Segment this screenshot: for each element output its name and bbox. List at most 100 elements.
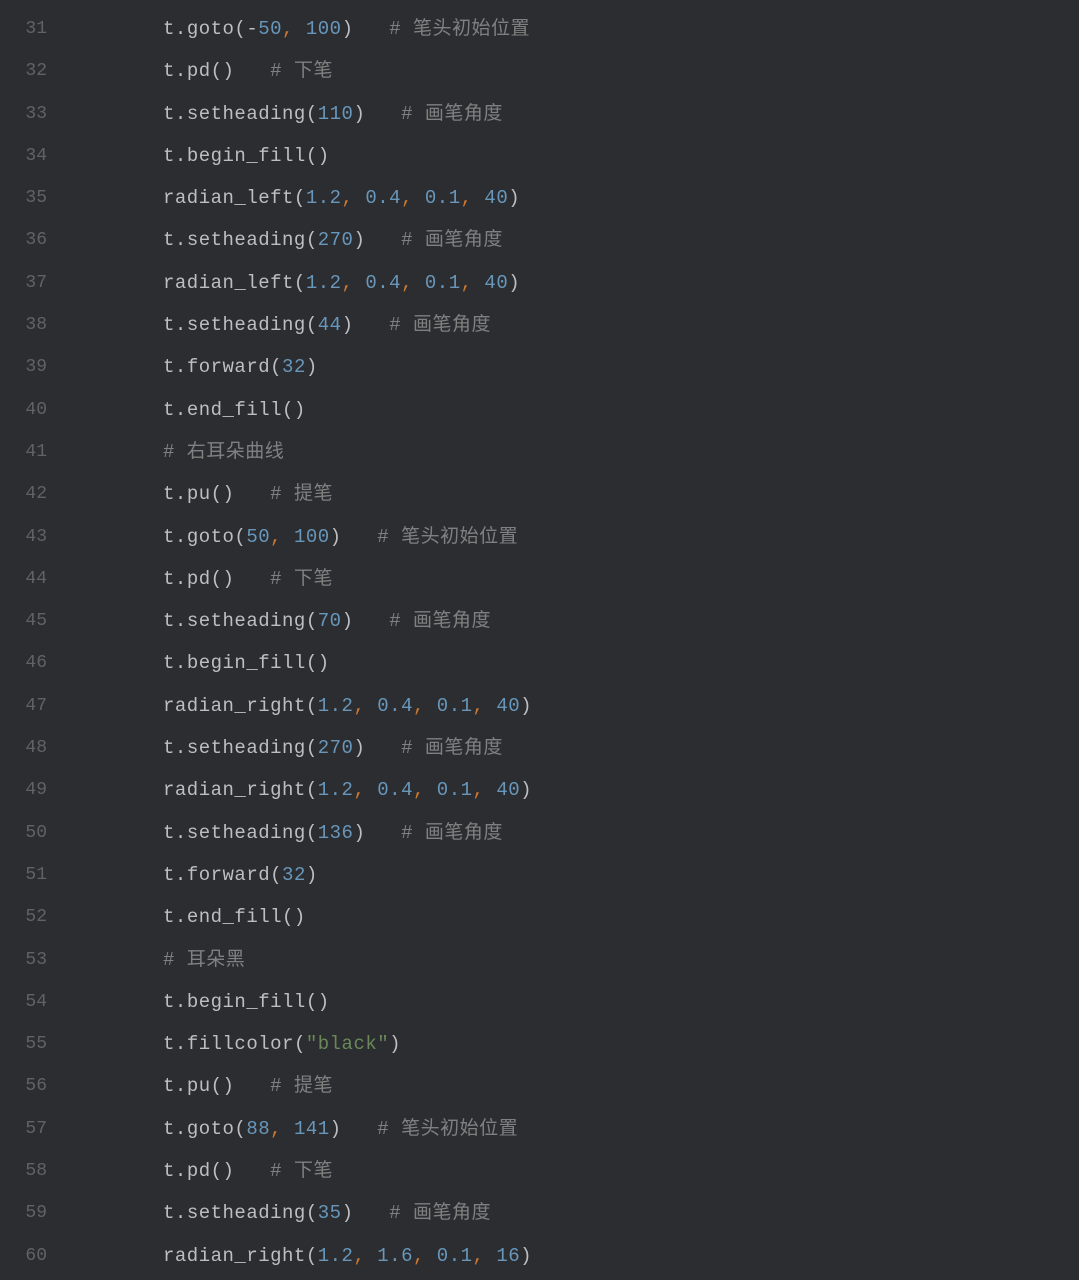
code-line[interactable]: t.pd() # 下笔 [91,50,1079,92]
line-number-gutter[interactable]: 3132333435363738394041424344454647484950… [0,0,65,1280]
token-p: . [175,229,187,251]
code-line[interactable]: t.goto(50, 100) # 笔头初始位置 [91,516,1079,558]
code-line[interactable]: t.pu() # 提笔 [91,473,1079,515]
token-p: () [211,568,235,590]
token-num: 100 [306,18,342,40]
token-comma: , [282,18,306,40]
token-id: t [163,483,175,505]
line-number[interactable]: 57 [0,1108,65,1150]
line-number[interactable]: 56 [0,1065,65,1107]
token-id: goto [187,18,235,40]
line-number[interactable]: 54 [0,981,65,1023]
token-num: 0.1 [437,695,473,717]
token-p: . [175,1033,187,1055]
code-line[interactable]: t.pu() # 提笔 [91,1065,1079,1107]
code-line[interactable]: t.goto(-50, 100) # 笔头初始位置 [91,8,1079,50]
code-line[interactable]: # 耳朵黑 [91,939,1079,981]
line-number[interactable]: 35 [0,177,65,219]
token-str: "black" [306,1033,389,1055]
line-number[interactable]: 32 [0,50,65,92]
code-line[interactable]: t.forward(32) [91,854,1079,896]
code-line[interactable]: t.setheading(35) # 画笔角度 [91,1192,1079,1234]
token-p: . [175,568,187,590]
token-id: t [163,18,175,40]
line-number[interactable]: 41 [0,431,65,473]
line-number[interactable]: 39 [0,346,65,388]
token-p: . [175,737,187,759]
token-num: 0.1 [425,272,461,294]
line-number[interactable]: 51 [0,854,65,896]
token-comma: , [270,1118,294,1140]
line-number[interactable]: 31 [0,8,65,50]
token-sp [365,822,401,844]
token-p: . [175,314,187,336]
code-line[interactable]: # 右耳朵曲线 [91,431,1079,473]
token-p: . [175,864,187,886]
code-line[interactable]: t.pd() # 下笔 [91,558,1079,600]
token-id: t [163,229,175,251]
token-id: setheading [187,610,306,632]
code-editor[interactable]: 3132333435363738394041424344454647484950… [0,0,1079,1280]
line-number[interactable]: 60 [0,1235,65,1277]
code-line[interactable]: t.end_fill() [91,389,1079,431]
line-number[interactable]: 50 [0,812,65,854]
code-line[interactable]: radian_right(1.2, 0.4, 0.1, 40) [91,769,1079,811]
line-number[interactable]: 43 [0,516,65,558]
token-id: t [163,526,175,548]
line-number[interactable]: 40 [0,389,65,431]
line-number[interactable]: 34 [0,135,65,177]
code-line[interactable]: t.end_fill() [91,896,1079,938]
code-line[interactable]: t.begin_fill() [91,642,1079,684]
token-p: ) [353,737,365,759]
token-num: 40 [496,779,520,801]
token-num: 110 [318,103,354,125]
line-number[interactable]: 42 [0,473,65,515]
token-p: () [306,145,330,167]
code-line[interactable]: t.setheading(110) # 画笔角度 [91,93,1079,135]
code-line[interactable]: t.goto(88, 141) # 笔头初始位置 [91,1108,1079,1150]
token-p: ) [520,779,532,801]
code-line[interactable]: t.begin_fill() [91,981,1079,1023]
code-line[interactable]: t.setheading(270) # 画笔角度 [91,219,1079,261]
code-area[interactable]: t.goto(-50, 100) # 笔头初始位置t.pd() # 下笔t.se… [83,0,1079,1280]
code-line[interactable]: t.fillcolor("black") [91,1023,1079,1065]
line-number[interactable]: 44 [0,558,65,600]
token-p: ) [342,18,354,40]
token-sp [234,568,270,590]
code-line[interactable]: radian_right(1.2, 1.6, 0.1, 16) [91,1235,1079,1277]
token-cmt: # 画笔角度 [389,1202,491,1224]
token-id: pu [187,483,211,505]
line-number[interactable]: 47 [0,685,65,727]
line-number[interactable]: 49 [0,769,65,811]
token-cmt: # 下笔 [270,1160,333,1182]
line-number[interactable]: 36 [0,219,65,261]
token-id: setheading [187,229,306,251]
code-line[interactable]: radian_left(1.2, 0.4, 0.1, 40) [91,262,1079,304]
code-line[interactable]: t.setheading(44) # 画笔角度 [91,304,1079,346]
line-number[interactable]: 55 [0,1023,65,1065]
line-number[interactable]: 52 [0,896,65,938]
code-line[interactable]: t.setheading(136) # 画笔角度 [91,812,1079,854]
token-id: t [163,399,175,421]
code-line[interactable]: radian_left(1.2, 0.4, 0.1, 40) [91,177,1079,219]
token-p: ( [306,229,318,251]
code-line[interactable]: t.pd() # 下笔 [91,1150,1079,1192]
fold-strip[interactable] [65,0,83,1280]
code-line[interactable]: t.forward(32) [91,346,1079,388]
code-line[interactable]: t.setheading(270) # 画笔角度 [91,727,1079,769]
line-number[interactable]: 37 [0,262,65,304]
code-line[interactable]: radian_right(1.2, 0.4, 0.1, 40) [91,685,1079,727]
line-number[interactable]: 46 [0,642,65,684]
token-num: 1.6 [377,1245,413,1267]
line-number[interactable]: 45 [0,600,65,642]
line-number[interactable]: 53 [0,939,65,981]
token-cmt: # 下笔 [270,60,333,82]
line-number[interactable]: 58 [0,1150,65,1192]
line-number[interactable]: 59 [0,1192,65,1234]
token-comma: , [461,187,485,209]
line-number[interactable]: 33 [0,93,65,135]
code-line[interactable]: t.begin_fill() [91,135,1079,177]
code-line[interactable]: t.setheading(70) # 画笔角度 [91,600,1079,642]
line-number[interactable]: 38 [0,304,65,346]
line-number[interactable]: 48 [0,727,65,769]
